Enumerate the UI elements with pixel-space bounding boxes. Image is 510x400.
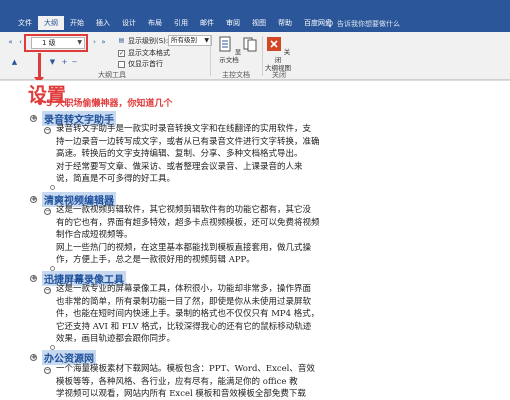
close-icon <box>266 37 281 51</box>
tab-2[interactable]: 开始 <box>64 16 90 30</box>
group-divider <box>262 36 263 76</box>
tab-1[interactable]: 大纲 <box>38 16 64 30</box>
body-line: 件，也能在短时间内快速上手。录制的格式也不仅仅只有 MP4 格式， <box>56 309 320 319</box>
body-line: 作，方便上手，总之是一款很好用的视频剪辑 APP。 <box>56 255 255 265</box>
tab-8[interactable]: 审阅 <box>220 16 246 30</box>
demote-to-body-icon[interactable]: » <box>99 38 108 47</box>
body-text-marker-icon: − <box>44 366 51 374</box>
section-body[interactable]: 这是一款视频剪辑软件，其它视频剪辑软件有的功能它都有，其它没 有的它也有，界面有超… <box>56 204 320 267</box>
body-line: 对于经常要写文章、做采访、或者整理会议录音、上课录音的人来 <box>56 161 303 172</box>
collapse-subdocuments-button[interactable] <box>240 36 260 56</box>
close-outline-view-button[interactable]: 关闭 大纲视图 <box>264 36 292 72</box>
move-down-icon[interactable]: ▼ <box>48 58 57 67</box>
body-line: 这是一款专业的屏幕录像工具，体积很小，功能却非常多，操作界面 <box>56 284 312 294</box>
outline-title[interactable]: 5 大职场偷懒神器，你知道几个 <box>38 96 172 109</box>
expand-heading-icon[interactable]: + <box>30 354 37 361</box>
body-line: 模板等等，各种风格、各行业，应有尽有，能满足你的 office 教 <box>56 376 298 387</box>
body-line: 持一边录音一边转写成文字，或者从已有录音文件进行文字转换，准确 <box>56 136 320 147</box>
body-line: 制作合成短视频等。 <box>56 230 133 240</box>
section-body[interactable]: 一个海量模板素材下载网站。模板包含：PPT、Word、Excel、音效 模板等等，… <box>56 363 315 400</box>
expand-heading-icon[interactable]: + <box>30 275 37 282</box>
tab-5[interactable]: 布局 <box>142 16 168 30</box>
ribbon-tab-bar: 文件 大纲 开始 插入 设计 布局 引用 邮件 审阅 视图 帮助 百度网盘 告诉我你想要做什么 <box>0 0 510 32</box>
tab-10[interactable]: 帮助 <box>272 16 298 30</box>
document-top-border <box>0 80 510 81</box>
chevron-down-icon: ▼ <box>204 37 209 44</box>
body-line: 高速。转换后的文字支持编辑、复制、分享、多种文档格式导出。 <box>56 149 303 159</box>
body-text-marker-icon: − <box>44 207 51 215</box>
show-text-format-row[interactable]: ✓ 显示文本格式 <box>118 48 170 58</box>
body-line: 也非常的简单，所有录制功能一目了然，即使是你从未使用过录屏软 <box>56 296 312 307</box>
tell-me-search[interactable]: 告诉我你想要做什么 <box>326 19 400 29</box>
outline-tools-group-label: 大纲工具 <box>98 71 126 79</box>
body-text-marker-icon: − <box>44 126 51 134</box>
body-line: 一个海量模板素材下载网站。模板包含：PPT、Word、Excel、音效 <box>56 364 315 374</box>
tell-me-text: 告诉我你想要做什么 <box>337 20 400 28</box>
tab-9[interactable]: 视图 <box>246 16 272 30</box>
body-text-marker-icon: − <box>44 286 51 294</box>
show-level-row: ▤ 显示级别(S): <box>118 36 169 46</box>
section-body[interactable]: 这是一款专业的屏幕录像工具，体积很小，功能却非常多，操作界面 也非常的简单，所有录… <box>56 283 319 346</box>
master-document-group-label: 主控文档 <box>222 71 250 79</box>
show-level-select[interactable]: 所有级别 ▼ <box>168 35 212 46</box>
bullet-icon <box>38 100 42 105</box>
body-line: 说，简直是不可多得的好工具。 <box>56 174 176 184</box>
annotation-highlight-box <box>24 34 88 52</box>
outline-title-text: 5 大职场偷懒神器，你知道几个 <box>46 99 173 109</box>
body-line: 录音转文字助手是一款实时录音转换文字和在线翻译的实用软件，支 <box>56 124 312 134</box>
promote-to-heading1-icon[interactable]: « <box>6 38 15 47</box>
show-first-line-row[interactable]: 仅显示首行 <box>118 59 163 69</box>
tab-7[interactable]: 邮件 <box>194 16 220 30</box>
section-body[interactable]: 录音转文字助手是一款实时录音转换文字和在线翻译的实用软件，支 持一边录音一边转写成… <box>56 123 320 186</box>
empty-paragraph-icon <box>50 185 55 190</box>
body-line: 学视频可以观看，网站内所有 Excel 模板和音效模板全部免费下载 <box>56 389 306 399</box>
group-divider <box>210 36 211 76</box>
tab-6[interactable]: 引用 <box>168 16 194 30</box>
tab-list: 文件 大纲 开始 插入 设计 布局 引用 邮件 审阅 视图 帮助 百度网盘 <box>12 16 338 30</box>
collapse-icon[interactable]: − <box>70 58 79 67</box>
tab-4[interactable]: 设计 <box>116 16 142 30</box>
body-line: 效果，画目轨迹都会跟你同步。 <box>56 334 176 344</box>
show-level-label: 显示级别(S): <box>128 37 169 45</box>
body-line: 有的它也有，界面有超多特效，超多卡点视频模板，还可以免费将视频 <box>56 217 320 228</box>
show-text-format-label: 显示文本格式 <box>128 49 170 57</box>
body-line: 网上一些热门的视频，在这里基本都能找到模板直接套用，做几式操 <box>56 242 312 253</box>
move-up-icon[interactable]: ▲ <box>10 58 19 67</box>
expand-heading-icon[interactable]: + <box>30 196 37 203</box>
show-level-icon: ▤ <box>118 36 125 44</box>
close-group-label: 关闭 <box>272 71 286 79</box>
tab-3[interactable]: 插入 <box>90 16 116 30</box>
ribbon-outline-tools: « ‹ 1 级 ▼ › » ▲ ▼ + − ▤ 显示级别(S): 所有级别 ▼ … <box>0 32 510 84</box>
lightbulb-icon <box>327 20 333 28</box>
annotation-arrow <box>34 53 44 84</box>
demote-icon[interactable]: › <box>90 38 99 47</box>
show-first-line-label: 仅显示首行 <box>128 60 163 68</box>
document-icon <box>219 36 231 52</box>
show-level-value: 所有级别 <box>171 36 197 44</box>
document-area[interactable]: 设置 5 大职场偷懒神器，你知道几个 + 录音转文字助手 − 录音转文字助手是一… <box>0 80 510 400</box>
subdocument-icon <box>243 37 257 52</box>
expand-heading-icon[interactable]: + <box>30 115 37 122</box>
body-line: 它还支持 AVI 和 FLV 格式，比较深得我心的还有它的鼠标移动轨迹 <box>56 321 312 332</box>
show-first-line-checkbox[interactable] <box>118 60 125 68</box>
show-text-format-checkbox[interactable]: ✓ <box>118 49 125 57</box>
expand-icon[interactable]: + <box>60 58 69 67</box>
body-line: 这是一款视频剪辑软件，其它视频剪辑软件有的功能它都有，其它没 <box>56 205 312 215</box>
tab-0[interactable]: 文件 <box>12 16 38 30</box>
